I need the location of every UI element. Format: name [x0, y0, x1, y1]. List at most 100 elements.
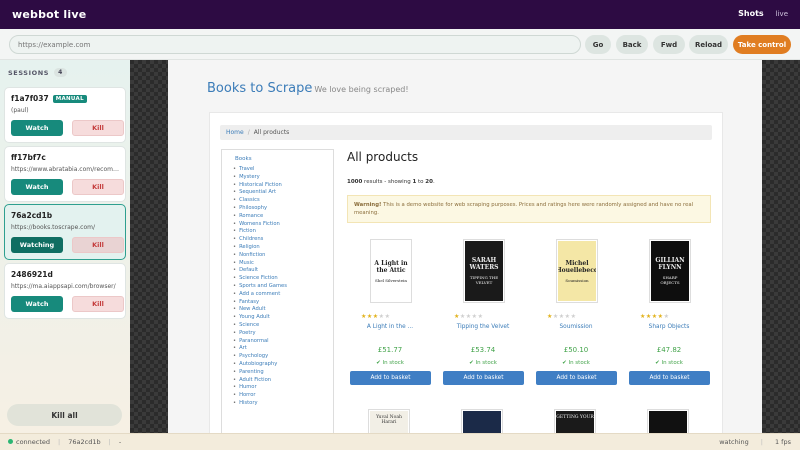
kill-button[interactable]: Kill	[72, 237, 124, 253]
warning-alert: Warning! This is a demo website for web …	[347, 195, 711, 223]
category-link[interactable]: Horror	[233, 392, 333, 400]
category-link[interactable]: Add a comment	[233, 291, 333, 299]
reload-button[interactable]: Reload	[689, 35, 728, 54]
category-link[interactable]: Travel	[233, 166, 333, 174]
breadcrumb-home-link[interactable]: Home	[226, 129, 244, 136]
book-cover-image[interactable]	[647, 409, 689, 433]
star-rating: ★★★★★	[361, 313, 390, 320]
category-link[interactable]: Science Fiction	[233, 275, 333, 283]
forward-button[interactable]: Fwd	[653, 35, 685, 54]
category-link[interactable]: Historical Fiction	[233, 182, 333, 190]
current-session-id: 76a2cd1b	[68, 438, 101, 446]
category-link[interactable]: Default	[233, 267, 333, 275]
cover-text	[649, 411, 687, 433]
category-link[interactable]: Art	[233, 345, 333, 353]
status-bar: connected | 76a2cd1b | - watching | 1 fp…	[0, 433, 800, 450]
site-title-text[interactable]: Books to Scrape	[207, 81, 312, 96]
results-text: results - showing	[362, 179, 413, 185]
book-cover-image[interactable]: SARAH WATERS TIPPING THE VELVET	[463, 239, 505, 303]
session-card[interactable]: ff17bf7c https://www.abratabia.com/recom…	[4, 146, 126, 202]
results-to-word: to	[416, 179, 426, 185]
category-link[interactable]: Fantasy	[233, 299, 333, 307]
star-icon: ★	[477, 313, 484, 320]
kill-button[interactable]: Kill	[72, 296, 124, 312]
product-title-link[interactable]: Sharp Objects	[629, 324, 709, 330]
category-link[interactable]: New Adult	[233, 306, 333, 314]
results-end: .	[432, 179, 435, 185]
watch-button[interactable]: Watch	[11, 179, 63, 195]
add-to-basket-button[interactable]: Add to basket	[629, 371, 710, 385]
product-title-link[interactable]: Tipping the Velvet	[443, 324, 523, 330]
kill-button[interactable]: Kill	[72, 179, 124, 195]
category-link[interactable]: Romance	[233, 213, 333, 221]
category-link[interactable]: Science	[233, 322, 333, 330]
book-cover-image[interactable]: Michel Houellebecq Soumission	[556, 239, 598, 303]
category-books-link[interactable]: Books	[222, 156, 333, 162]
product-title-link[interactable]: A Light in the ...	[350, 324, 430, 330]
remote-page[interactable]: Books to Scrape We love being scraped! Ho…	[168, 60, 762, 433]
category-link[interactable]: Sequential Art	[233, 189, 333, 197]
category-link[interactable]: Classics	[233, 197, 333, 205]
category-link[interactable]: History	[233, 400, 333, 408]
watching-button[interactable]: Watching	[11, 237, 63, 253]
divider: |	[58, 438, 61, 446]
warning-text: This is a demo website for web scraping …	[354, 202, 694, 216]
sessions-sidebar: SESSIONS 4 f1a7f037 MANUAL (paul) Watch …	[0, 60, 130, 433]
product-price: £50.10	[563, 346, 589, 354]
divider: |	[108, 438, 111, 446]
connection-label: connected	[16, 438, 51, 446]
watch-button[interactable]: Watch	[11, 120, 63, 136]
session-card[interactable]: 2486921d https://ma.aiappsapi.com/browse…	[4, 263, 126, 319]
kill-button[interactable]: Kill	[72, 120, 124, 136]
live-viewer[interactable]: Books to Scrape We love being scraped! Ho…	[130, 60, 800, 433]
category-link[interactable]: Autobiography	[233, 361, 333, 369]
site-title[interactable]: Books to Scrape We love being scraped!	[207, 81, 409, 96]
star-icon: ★	[663, 313, 670, 320]
category-link[interactable]: Poetry	[233, 330, 333, 338]
category-link[interactable]: Mystery	[233, 174, 333, 182]
cover-subtitle: Soumission	[565, 277, 589, 283]
category-link[interactable]: Philosophy	[233, 205, 333, 213]
url-toolbar: Go Back Fwd Reload Take control	[0, 29, 800, 60]
product-title-link[interactable]: Soumission	[536, 324, 616, 330]
book-cover-image[interactable]	[461, 409, 503, 433]
category-link[interactable]: Childrens	[233, 236, 333, 244]
go-button[interactable]: Go	[585, 35, 611, 54]
category-link[interactable]: Parenting	[233, 369, 333, 377]
add-to-basket-button[interactable]: Add to basket	[443, 371, 524, 385]
results-count: 1000	[347, 179, 363, 185]
session-detail: https://books.toscrape.com/	[11, 224, 95, 231]
category-link[interactable]: Humor	[233, 384, 333, 392]
nav-shots-link[interactable]: Shots	[738, 9, 764, 18]
category-link[interactable]: Fiction	[233, 228, 333, 236]
book-cover-image[interactable]: A Light in the Attic Shel Silverstein	[370, 239, 412, 303]
star-icon: ★	[384, 313, 391, 320]
book-cover-image[interactable]: GILLIAN FLYNN SHARP OBJECTS	[649, 239, 691, 303]
session-card-active[interactable]: 76a2cd1b https://books.toscrape.com/ Wat…	[4, 204, 126, 260]
kill-all-button[interactable]: Kill all	[7, 404, 122, 426]
url-input[interactable]	[9, 35, 581, 54]
category-link[interactable]: Psychology	[233, 353, 333, 361]
take-control-button[interactable]: Take control	[733, 35, 791, 54]
category-link[interactable]: Music	[233, 260, 333, 268]
product-card: Michel Houellebecq Soumission ★★★★★ Soumiss…	[536, 239, 617, 385]
cover-title: Michel Houellebecq	[558, 259, 596, 274]
category-link[interactable]: Paranormal	[233, 338, 333, 346]
add-to-basket-button[interactable]: Add to basket	[350, 371, 431, 385]
breadcrumb-separator: /	[247, 129, 250, 136]
book-cover-image[interactable]: GETTING YOUR	[554, 409, 596, 433]
book-cover-image[interactable]: Yuval Noah Harari	[368, 409, 410, 433]
category-link[interactable]: Womens Fiction	[233, 221, 333, 229]
star-rating: ★★★★★	[547, 313, 576, 320]
category-link[interactable]: Young Adult	[233, 314, 333, 322]
back-button[interactable]: Back	[616, 35, 648, 54]
category-link[interactable]: Adult Fiction	[233, 377, 333, 385]
nav-live-link[interactable]: live	[776, 10, 788, 18]
category-link[interactable]: Religion	[233, 244, 333, 252]
category-link[interactable]: Nonfiction	[233, 252, 333, 260]
session-card[interactable]: f1a7f037 MANUAL (paul) Watch Kill	[4, 87, 126, 143]
add-to-basket-button[interactable]: Add to basket	[536, 371, 617, 385]
watch-button[interactable]: Watch	[11, 296, 63, 312]
category-link[interactable]: Sports and Games	[233, 283, 333, 291]
session-id: 2486921d	[11, 270, 53, 279]
